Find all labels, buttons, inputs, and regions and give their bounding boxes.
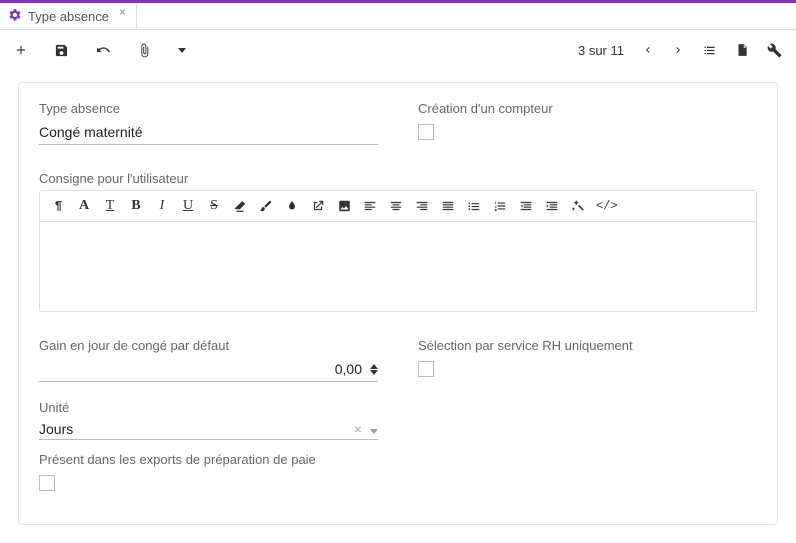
rte-toolbar: A T B I U S </>: [39, 190, 757, 222]
selection-rh-label: Sélection par service RH uniquement: [418, 338, 757, 353]
rte-eraser-icon[interactable]: [232, 197, 248, 215]
present-export-checkbox[interactable]: [39, 475, 55, 491]
type-absence-label: Type absence: [39, 101, 378, 116]
present-export-label: Présent dans les exports de préparation …: [39, 452, 757, 467]
rte-indent-icon[interactable]: [544, 197, 560, 215]
form-card: Type absence Création d'un compteur Cons…: [18, 82, 778, 525]
rte-brush-icon[interactable]: [258, 197, 274, 215]
rte-magic-icon[interactable]: [570, 197, 586, 215]
tab-title: Type absence: [28, 9, 109, 24]
rte-strike-icon[interactable]: S: [206, 197, 222, 215]
selection-rh-checkbox[interactable]: [418, 361, 434, 377]
gain-step-down[interactable]: [370, 370, 378, 375]
rte-list-ol-icon[interactable]: [492, 197, 508, 215]
rte-underline-icon[interactable]: U: [180, 197, 196, 215]
settings-button[interactable]: [767, 43, 782, 58]
rte-editor[interactable]: [39, 222, 757, 312]
rte-paragraph-icon[interactable]: [50, 197, 66, 215]
view-form-button[interactable]: [735, 43, 749, 57]
rte-align-center-icon[interactable]: [388, 197, 404, 215]
gear-icon: [8, 8, 22, 25]
unite-select[interactable]: Jours ×: [39, 419, 378, 440]
type-absence-input[interactable]: [39, 120, 378, 145]
rte-tint-icon[interactable]: [284, 197, 300, 215]
tab-type-absence[interactable]: Type absence ×: [0, 3, 137, 29]
rte-fontfamily-icon[interactable]: A: [76, 197, 92, 215]
tab-bar: Type absence ×: [0, 0, 796, 30]
rte-align-justify-icon[interactable]: [440, 197, 456, 215]
consigne-label: Consigne pour l'utilisateur: [39, 171, 757, 186]
rte-italic-icon[interactable]: I: [154, 197, 170, 215]
creation-compteur-checkbox[interactable]: [418, 124, 434, 140]
unite-label: Unité: [39, 400, 378, 415]
rte-outdent-icon[interactable]: [518, 197, 534, 215]
chevron-down-icon[interactable]: [370, 422, 378, 437]
rte-bold-icon[interactable]: B: [128, 197, 144, 215]
rte-list-ul-icon[interactable]: [466, 197, 482, 215]
pager-text: 3 sur 11: [578, 43, 624, 58]
rte-link-icon[interactable]: [310, 197, 326, 215]
pager-next[interactable]: [672, 44, 684, 56]
rte-code-icon[interactable]: </>: [596, 197, 618, 215]
creation-compteur-label: Création d'un compteur: [418, 101, 757, 116]
undo-button[interactable]: [95, 42, 111, 58]
pager-prev[interactable]: [642, 44, 654, 56]
gain-step-up[interactable]: [370, 364, 378, 369]
gain-label: Gain en jour de congé par défaut: [39, 338, 378, 353]
attach-button[interactable]: [137, 43, 152, 58]
tab-close-icon[interactable]: ×: [119, 5, 126, 19]
unite-clear-icon[interactable]: ×: [354, 421, 362, 437]
rte-align-left-icon[interactable]: [362, 197, 378, 215]
new-button[interactable]: [14, 43, 28, 57]
unite-value: Jours: [39, 421, 354, 437]
rte-image-icon[interactable]: [336, 197, 352, 215]
gain-input[interactable]: [39, 357, 366, 381]
more-menu[interactable]: [178, 48, 186, 53]
rte-align-right-icon[interactable]: [414, 197, 430, 215]
main-toolbar: 3 sur 11: [0, 30, 796, 70]
view-list-button[interactable]: [702, 43, 717, 58]
rte-fontsize-icon[interactable]: T: [102, 197, 118, 215]
save-button[interactable]: [54, 43, 69, 58]
